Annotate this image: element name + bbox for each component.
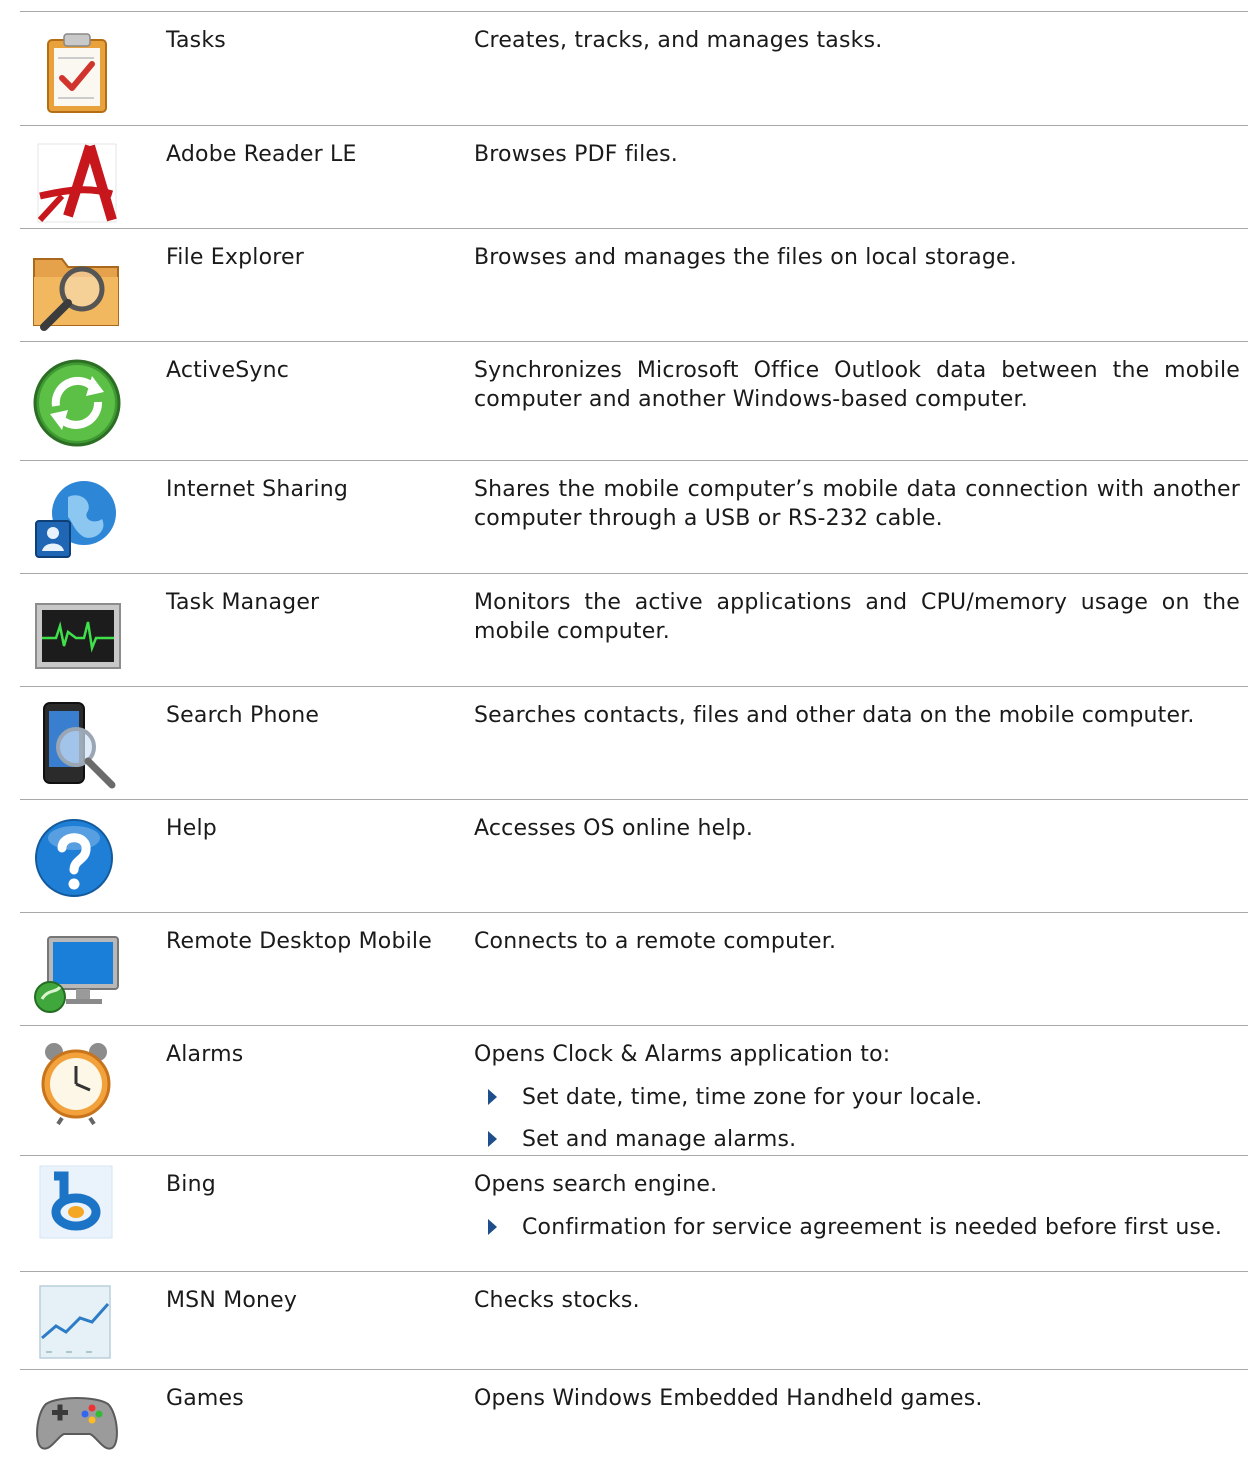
app-name: Search Phone: [166, 703, 320, 728]
stock-chart-icon: [39, 1285, 111, 1359]
table-row: File Explorer Browses and manages the fi…: [20, 228, 1248, 341]
app-name: ActiveSync: [166, 358, 290, 383]
app-description: Accesses OS online help.: [474, 816, 754, 841]
phone-search-icon: [43, 702, 116, 789]
table-row: Bing Opens search engine. Confirmation f…: [20, 1155, 1248, 1271]
app-description: Opens Windows Embedded Handheld games.: [474, 1386, 983, 1411]
gamepad-icon: [36, 1397, 118, 1450]
globe-user-icon: [35, 481, 116, 558]
app-list-table: Tasks Creates, tracks, and manages tasks…: [20, 11, 1248, 1459]
app-description: Searches contacts, files and other data …: [474, 703, 1195, 728]
app-description: Connects to a remote computer.: [474, 929, 837, 954]
adobe-reader-icon: [37, 143, 117, 223]
list-item: Set and manage alarms.: [474, 1125, 1240, 1154]
app-description: Opens search engine.: [474, 1172, 718, 1197]
app-name: Internet Sharing: [166, 477, 349, 502]
app-name: Tasks: [166, 28, 226, 53]
app-description: Opens Clock & Alarms application to:: [474, 1042, 891, 1067]
alarm-clock-icon: [41, 1043, 111, 1126]
table-row: Tasks Creates, tracks, and manages tasks…: [20, 11, 1248, 125]
table-row: MSN Money Checks stocks.: [20, 1271, 1248, 1369]
heartbeat-monitor-icon: [35, 603, 121, 669]
app-name: Games: [166, 1386, 244, 1411]
table-row: Games Opens Windows Embedded Handheld ga…: [20, 1369, 1248, 1459]
app-name: Bing: [166, 1172, 216, 1197]
bullet-text: Set and manage alarms.: [522, 1127, 797, 1152]
app-description: Browses PDF files.: [474, 142, 678, 167]
app-description: Browses and manages the files on local s…: [474, 245, 1017, 270]
app-name: Remote Desktop Mobile: [166, 929, 432, 954]
table-row: Task Manager Monitors the active applica…: [20, 573, 1248, 686]
bing-logo-icon: [39, 1165, 113, 1239]
app-name: MSN Money: [166, 1288, 298, 1313]
app-description: Monitors the active applications and CPU…: [474, 590, 1240, 644]
table-row: Help Accesses OS online help.: [20, 799, 1248, 912]
tasks-clipboard-icon: [47, 33, 107, 113]
sync-arrows-icon: [33, 359, 121, 447]
app-description: Checks stocks.: [474, 1288, 640, 1313]
app-description: Creates, tracks, and manages tasks.: [474, 28, 883, 53]
table-row: Remote Desktop Mobile Connects to a remo…: [20, 912, 1248, 1025]
bullet-text: Set date, time, time zone for your local…: [522, 1085, 983, 1110]
help-question-icon: [35, 819, 113, 897]
table-row: Search Phone Searches contacts, files an…: [20, 686, 1248, 799]
app-name: Adobe Reader LE: [166, 142, 357, 167]
app-name: Help: [166, 816, 217, 841]
bullet-triangle-icon: [488, 1219, 497, 1235]
app-description: Synchronizes Microsoft Office Outlook da…: [474, 358, 1240, 412]
bullet-triangle-icon: [488, 1089, 497, 1105]
table-row: Alarms Opens Clock & Alarms application …: [20, 1025, 1248, 1155]
list-item: Set date, time, time zone for your local…: [474, 1083, 1240, 1112]
bullet-text: Confirmation for service agreement is ne…: [522, 1215, 1223, 1240]
folder-magnifier-icon: [33, 258, 119, 331]
remote-monitor-icon: [34, 936, 119, 1013]
app-name: Alarms: [166, 1042, 244, 1067]
app-name: File Explorer: [166, 245, 305, 270]
table-row: Internet Sharing Shares the mobile compu…: [20, 460, 1248, 573]
app-name: Task Manager: [166, 590, 320, 615]
table-row: Adobe Reader LE Browses PDF files.: [20, 125, 1248, 228]
app-description: Shares the mobile computer’s mobile data…: [474, 477, 1240, 531]
table-row: ActiveSync Synchronizes Microsoft Office…: [20, 341, 1248, 460]
bullet-triangle-icon: [488, 1131, 497, 1147]
list-item: Confirmation for service agreement is ne…: [474, 1213, 1240, 1242]
